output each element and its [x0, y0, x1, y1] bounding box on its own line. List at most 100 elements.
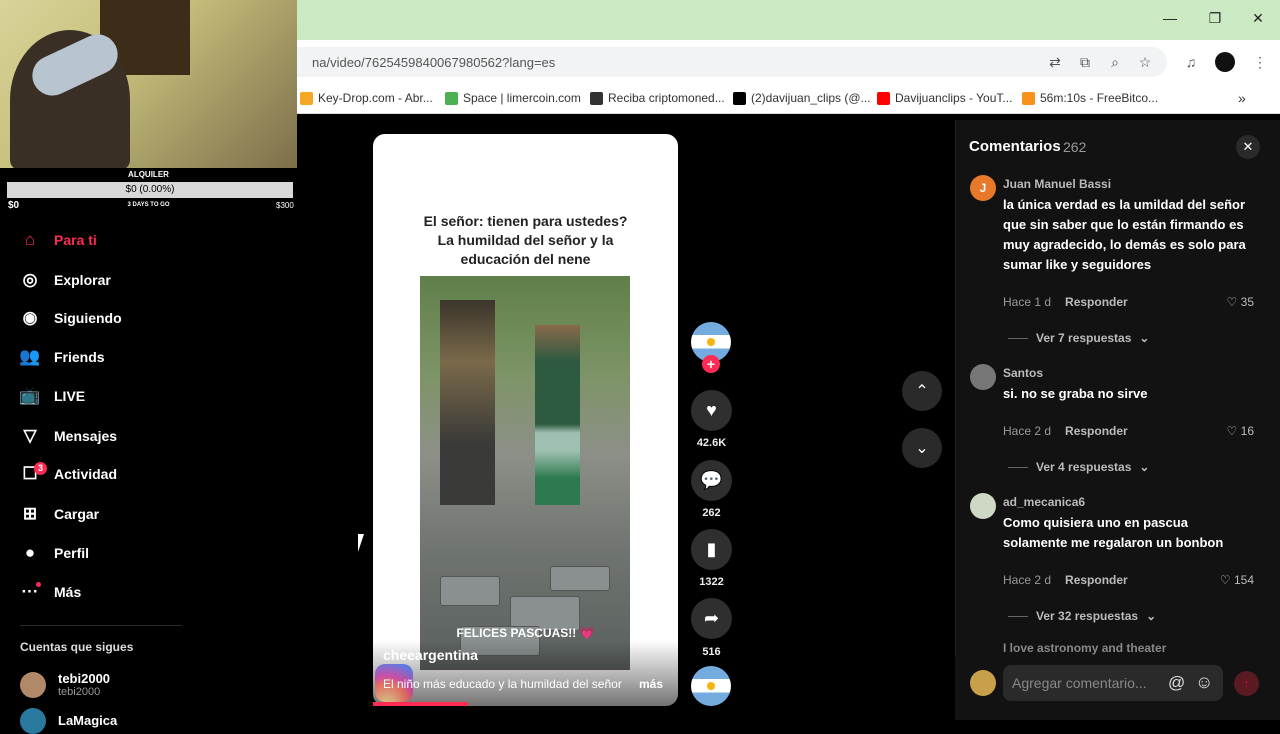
video-author[interactable]: cheeargentina	[383, 647, 478, 663]
favicon-icon	[733, 91, 746, 105]
close-window-button[interactable]: ✕	[1248, 10, 1268, 27]
comment-like-button[interactable]: ♡ 16	[1214, 424, 1254, 438]
comment-count: 262	[702, 507, 721, 519]
bookmark-item[interactable]: 56m:10s - FreeBitco...	[1022, 91, 1158, 105]
like-count: 42.6K	[696, 437, 727, 449]
bookmark-item[interactable]: Reciba criptomoned...	[590, 91, 725, 105]
sidebar-item-explorar[interactable]: ◎ Explorar	[20, 270, 111, 290]
view-replies-button[interactable]: Ver 32 respuestas ⌄	[1008, 609, 1156, 623]
heart-icon: ♥	[706, 400, 717, 420]
avatar	[20, 672, 46, 698]
bookmark-item[interactable]: Space | limercoin.com	[445, 91, 581, 105]
comment-like-button[interactable]: ♡ 154	[1214, 573, 1254, 587]
following-avatar-icon: ◉	[22, 308, 38, 327]
profile-avatar-icon[interactable]	[1215, 52, 1235, 72]
following-account-lamagica[interactable]: LaMagica	[20, 708, 117, 734]
favicon-icon	[590, 91, 603, 105]
goal-max: $300	[276, 201, 294, 210]
sidebar-item-live[interactable]: 📺 LIVE	[19, 386, 85, 406]
zoom-icon[interactable]: ⌕	[1105, 52, 1125, 72]
media-control-icon[interactable]: ♫	[1181, 52, 1201, 72]
browser-titlebar	[297, 0, 1280, 40]
comment-text: Como quisiera uno en pascua solamente me…	[1003, 515, 1224, 550]
commenter-avatar[interactable]: J	[970, 175, 996, 201]
comment-time: Hace 1 d	[1003, 295, 1052, 309]
send-comment-button[interactable]: ↑	[1234, 671, 1259, 696]
commenter-avatar[interactable]	[970, 364, 996, 390]
reply-button[interactable]: Responder	[1065, 424, 1128, 438]
view-replies-button[interactable]: Ver 7 respuestas ⌄	[1008, 331, 1149, 345]
commenter-name[interactable]: Juan Manuel Bassi	[1003, 177, 1111, 191]
sidebar-divider	[20, 625, 182, 626]
favicon-icon	[877, 91, 890, 105]
activity-badge: 3	[34, 462, 47, 475]
translate-icon[interactable]: ⇄	[1045, 52, 1065, 72]
reply-button[interactable]: Responder	[1065, 573, 1128, 587]
description-more-link[interactable]: más	[639, 677, 663, 691]
browser-menu-icon[interactable]: ⋮	[1250, 52, 1270, 72]
video-description: El niño más educado y la humildad del se…	[383, 677, 622, 691]
like-button[interactable]: ♥	[691, 390, 732, 431]
sidebar-item-siguiendo[interactable]: ◉ Siguiendo	[20, 308, 122, 328]
mention-icon[interactable]: @	[1168, 673, 1185, 693]
save-button[interactable]: ▮	[691, 529, 732, 570]
chevron-up-icon: ⌃	[915, 383, 929, 400]
favicon-icon	[300, 91, 313, 105]
view-replies-button[interactable]: Ver 4 respuestas ⌄	[1008, 460, 1149, 474]
url-text[interactable]: na/video/7625459840067980562?lang=es	[312, 55, 555, 70]
emoji-icon[interactable]: ☺	[1195, 672, 1213, 693]
sidebar-item-friends[interactable]: 👥 Friends	[19, 347, 104, 367]
video-overlay-text: FELICES PASCUAS!! 💗	[456, 626, 595, 640]
chevron-down-icon: ⌄	[1139, 331, 1150, 345]
next-video-button[interactable]: ⌄	[902, 428, 942, 468]
comment-button[interactable]: 💬	[691, 460, 732, 501]
share-arrow-icon: ➦	[703, 608, 720, 628]
chevron-down-icon: ⌄	[1139, 460, 1150, 474]
favicon-icon	[1022, 91, 1035, 105]
previous-video-button[interactable]: ⌃	[902, 371, 942, 411]
share-count: 516	[702, 646, 721, 658]
restore-button[interactable]: ❐	[1205, 10, 1225, 27]
sidebar-item-mensajes[interactable]: ▽ Mensajes	[20, 426, 117, 446]
profile-avatar-icon: ●	[24, 543, 36, 562]
friends-icon: 👥	[19, 347, 41, 366]
bookmarks-more-button[interactable]: »	[1238, 90, 1246, 106]
following-account-tebi2000[interactable]: tebi2000 tebi2000	[20, 672, 110, 698]
sidebar-item-perfil[interactable]: ● Perfil	[20, 543, 89, 563]
video-progress-bar[interactable]	[373, 702, 468, 706]
upload-plus-icon: ⊞	[22, 504, 38, 523]
comment-like-count: 35	[1240, 295, 1254, 309]
bookmark-item[interactable]: (2)davijuan_clips (@...	[733, 91, 871, 105]
heart-outline-icon: ♡	[1226, 424, 1238, 438]
chevron-down-icon: ⌄	[915, 440, 929, 457]
bookmark-item[interactable]: Davijuanclips - YouT...	[877, 91, 1012, 105]
close-comments-button[interactable]: ✕	[1236, 135, 1260, 159]
commenter-name[interactable]: ad_mecanica6	[1003, 495, 1085, 509]
sidebar-item-más[interactable]: ··· Más	[20, 582, 82, 602]
sidebar-item-cargar[interactable]: ⊞ Cargar	[20, 504, 99, 524]
install-app-icon[interactable]: ⧉	[1075, 52, 1095, 72]
home-icon: ⌂	[24, 230, 36, 249]
comment-text: si. no se graba no sirve	[1003, 386, 1148, 401]
minimize-button[interactable]: —	[1160, 10, 1180, 26]
sidebar-item-para-ti[interactable]: ⌂ Para ti	[20, 230, 97, 250]
video-caption-text: El señor: tienen para ustedes? La humilda…	[423, 213, 628, 267]
my-avatar	[970, 670, 996, 696]
commenter-avatar[interactable]	[970, 493, 996, 519]
comment-like-button[interactable]: ♡ 35	[1214, 295, 1254, 309]
live-tv-icon: 📺	[19, 386, 41, 405]
heart-outline-icon: ♡	[1226, 295, 1238, 309]
comment-time: Hace 2 d	[1003, 424, 1052, 438]
bookmark-item[interactable]: Key-Drop.com - Abr...	[300, 91, 433, 105]
bookmark-star-icon[interactable]: ☆	[1135, 52, 1155, 72]
sound-disc[interactable]	[691, 666, 731, 706]
share-button[interactable]: ➦	[691, 598, 732, 639]
follow-button[interactable]: +	[702, 355, 720, 373]
reply-button[interactable]: Responder	[1065, 295, 1128, 309]
comment-meta: Hace 2 d Responder	[1003, 424, 1128, 438]
comment-like-count: 16	[1240, 424, 1254, 438]
webcam-overlay	[0, 0, 297, 168]
comments-count: 262	[1063, 139, 1087, 155]
goal-days-left: 3 DAYS TO GO	[127, 202, 170, 208]
commenter-name[interactable]: Santos	[1003, 366, 1043, 380]
